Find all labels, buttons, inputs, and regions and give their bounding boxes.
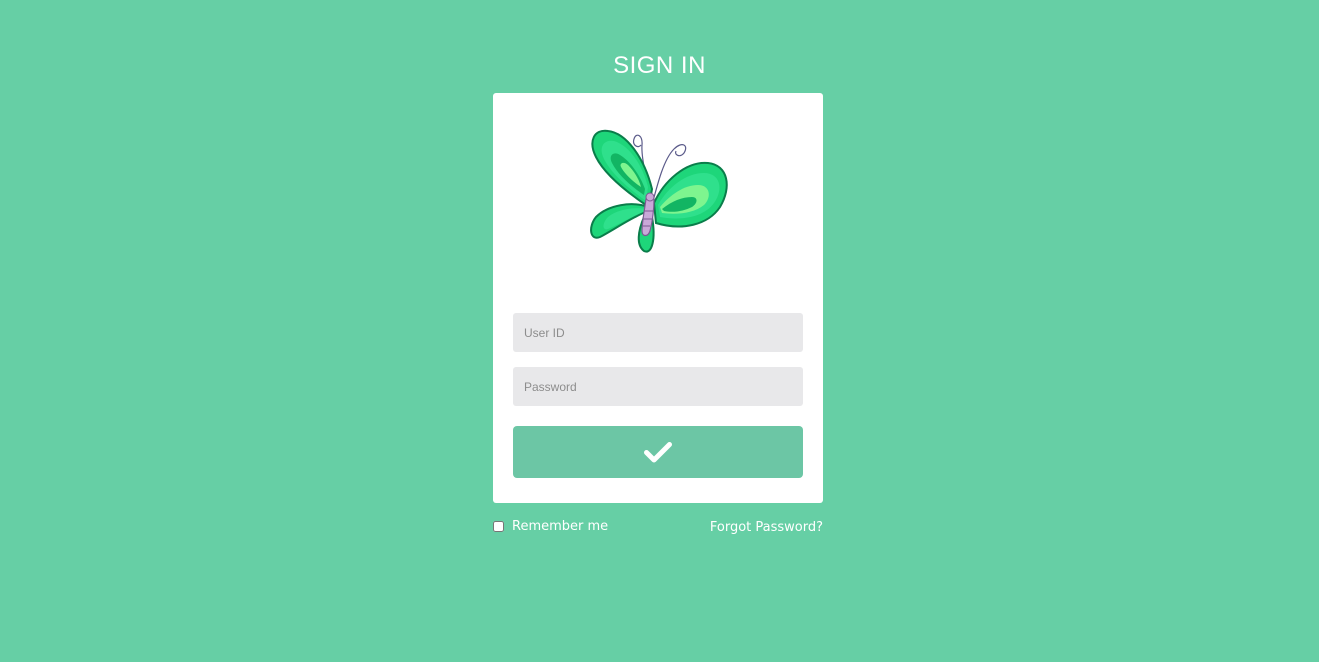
user-id-input[interactable] <box>513 313 803 352</box>
page-title: SIGN IN <box>613 52 706 79</box>
butterfly-icon <box>590 129 728 253</box>
checkmark-icon <box>644 442 672 463</box>
sign-in-button[interactable] <box>513 426 803 478</box>
remember-me-checkbox[interactable] <box>493 521 504 532</box>
remember-me-label: Remember me <box>512 519 609 534</box>
login-page: SIGN IN User ID Remember me Forgot Passw… <box>0 0 1319 662</box>
password-input[interactable] <box>513 367 803 406</box>
remember-me[interactable]: Remember me <box>493 519 608 534</box>
forgot-password-link[interactable]: Forgot Password? <box>710 520 823 535</box>
login-card <box>493 93 823 503</box>
login-options: Remember me Forgot Password? <box>493 519 823 539</box>
